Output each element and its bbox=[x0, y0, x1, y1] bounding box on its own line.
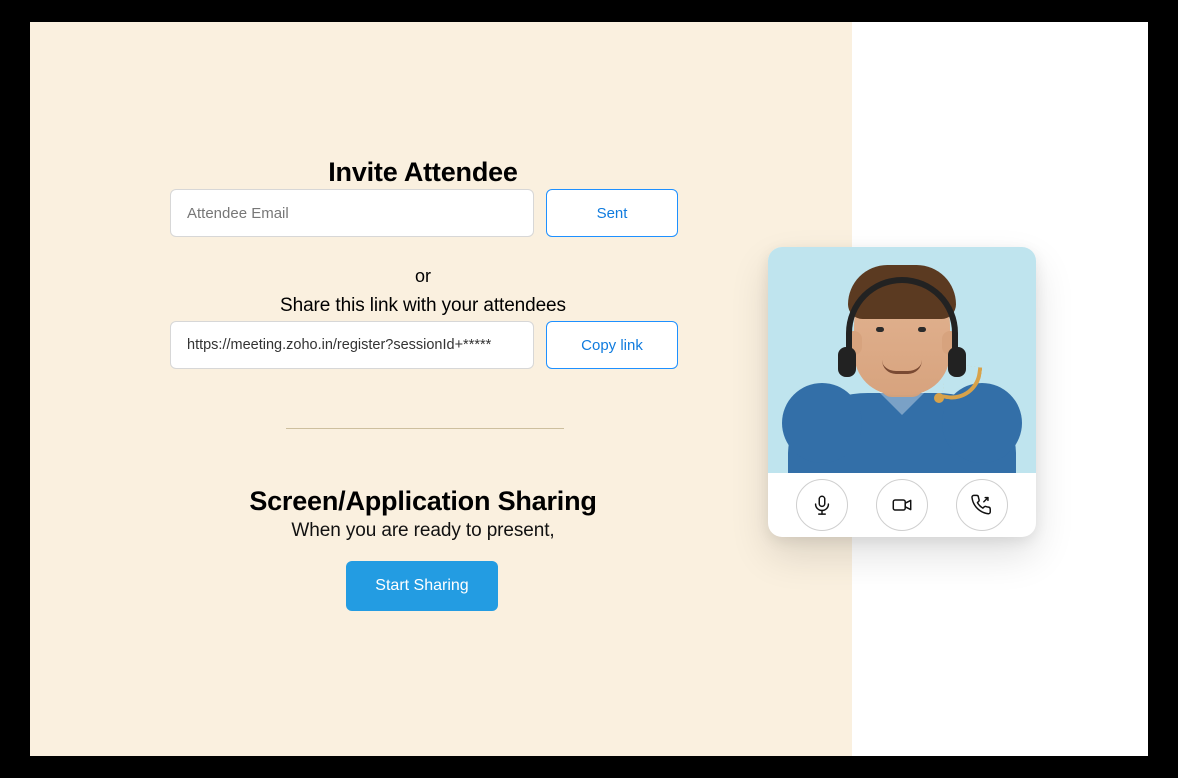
microphone-button[interactable] bbox=[796, 479, 848, 531]
microphone-icon bbox=[811, 494, 833, 516]
section-divider bbox=[286, 428, 564, 429]
attendee-email-input[interactable] bbox=[170, 189, 534, 237]
page-container: Invite Attendee Sent or Share this link … bbox=[30, 22, 1148, 756]
invite-title: Invite Attendee bbox=[30, 157, 816, 188]
copy-link-button[interactable]: Copy link bbox=[546, 321, 678, 369]
video-controls bbox=[768, 473, 1036, 537]
sharing-title: Screen/Application Sharing bbox=[30, 486, 816, 517]
video-widget bbox=[768, 247, 1036, 537]
share-link-text: Share this link with your attendees bbox=[30, 295, 816, 317]
phone-icon bbox=[971, 494, 993, 516]
start-sharing-button[interactable]: Start Sharing bbox=[346, 561, 498, 611]
sharing-subtitle: When you are ready to present, bbox=[30, 520, 816, 542]
share-link-field[interactable]: https://meeting.zoho.in/register?session… bbox=[170, 321, 534, 369]
share-link-row: https://meeting.zoho.in/register?session… bbox=[170, 321, 678, 369]
or-label: or bbox=[30, 266, 816, 287]
phone-button[interactable] bbox=[956, 479, 1008, 531]
sent-button[interactable]: Sent bbox=[546, 189, 678, 237]
main-panel: Invite Attendee Sent or Share this link … bbox=[30, 22, 852, 756]
invite-email-row: Sent bbox=[170, 189, 678, 237]
video-thumbnail bbox=[768, 247, 1036, 473]
video-icon bbox=[890, 494, 914, 516]
video-button[interactable] bbox=[876, 479, 928, 531]
